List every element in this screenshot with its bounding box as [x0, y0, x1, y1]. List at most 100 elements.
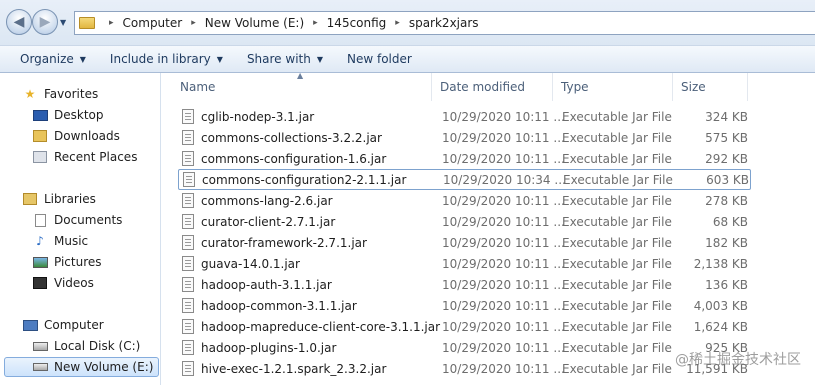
folder-icon — [79, 17, 95, 29]
nav-downloads-label: Downloads — [54, 129, 120, 143]
nav-new-volume-e[interactable]: New Volume (E:) — [4, 357, 159, 377]
libraries-icon — [22, 192, 38, 206]
jar-file-icon — [182, 340, 194, 355]
organize-label: Organize — [20, 52, 74, 66]
breadcrumb-145config[interactable]: 145config — [324, 16, 390, 30]
file-type: Executable Jar File — [562, 277, 672, 292]
jar-file-icon — [182, 235, 194, 250]
nav-pictures[interactable]: Pictures — [32, 252, 102, 272]
recent-pages-dropdown-icon[interactable]: ▼ — [60, 18, 66, 27]
column-header-size[interactable]: Size — [673, 73, 748, 101]
column-header-date-modified[interactable]: Date modified — [432, 73, 553, 101]
file-row[interactable]: commons-configuration-1.6.jar 10/29/2020 … — [178, 148, 751, 169]
nav-documents[interactable]: Documents — [32, 210, 122, 230]
nav-libraries[interactable]: Libraries — [22, 189, 96, 209]
breadcrumb-separator-icon[interactable]: ▸ — [389, 18, 406, 28]
jar-file-icon — [183, 172, 195, 187]
column-date-label: Date modified — [440, 80, 526, 94]
file-row[interactable]: curator-client-2.7.1.jar 10/29/2020 10:11… — [178, 211, 751, 232]
file-list: ▲ Name Date modified Type Size cglib-nod… — [162, 71, 815, 385]
include-in-library-button[interactable]: Include in library ▼ — [98, 46, 235, 72]
column-type-label: Type — [561, 80, 589, 94]
file-type: Executable Jar File — [562, 361, 672, 376]
nav-new-volume-label: New Volume (E:) — [54, 360, 154, 374]
chevron-down-icon: ▼ — [216, 54, 223, 64]
file-row[interactable]: curator-framework-2.7.1.jar 10/29/2020 10… — [178, 232, 751, 253]
file-row[interactable]: hadoop-common-3.1.1.jar 10/29/2020 10:11 … — [178, 295, 751, 316]
file-row[interactable]: commons-lang-2.6.jar 10/29/2020 10:11 ...… — [178, 190, 751, 211]
documents-icon — [32, 213, 48, 227]
nav-music[interactable]: ♪ Music — [32, 231, 88, 251]
desktop-icon — [32, 108, 48, 122]
nav-desktop[interactable]: Desktop — [32, 105, 104, 125]
recent-places-icon — [32, 150, 48, 164]
jar-file-icon — [182, 214, 194, 229]
file-row[interactable]: commons-collections-3.2.2.jar 10/29/2020 … — [178, 127, 751, 148]
nav-computer[interactable]: Computer — [22, 315, 104, 335]
file-date-modified: 10/29/2020 10:11 ... — [442, 193, 565, 208]
file-row[interactable]: hadoop-mapreduce-client-core-3.1.1.jar 10… — [178, 316, 751, 337]
file-date-modified: 10/29/2020 10:11 ... — [442, 235, 565, 250]
nav-videos[interactable]: Videos — [32, 273, 94, 293]
jar-file-icon — [182, 130, 194, 145]
column-header-type[interactable]: Type — [553, 73, 673, 101]
file-row[interactable]: commons-configuration2-2.1.1.jar 10/29/20… — [178, 169, 751, 190]
jar-file-icon — [182, 256, 194, 271]
file-name: commons-configuration2-2.1.1.jar — [202, 172, 407, 187]
file-row[interactable]: hadoop-auth-3.1.1.jar 10/29/2020 10:11 ..… — [178, 274, 751, 295]
nav-local-disk-c[interactable]: Local Disk (C:) — [32, 336, 140, 356]
back-button[interactable]: ◀ — [6, 9, 32, 35]
file-date-modified: 10/29/2020 10:34 ... — [443, 172, 566, 187]
file-date-modified: 10/29/2020 10:11 ... — [442, 256, 565, 271]
downloads-icon — [32, 129, 48, 143]
breadcrumb-spark2xjars[interactable]: spark2xjars — [406, 16, 482, 30]
file-name: commons-collections-3.2.2.jar — [201, 130, 382, 145]
file-date-modified: 10/29/2020 10:11 ... — [442, 319, 565, 334]
file-type: Executable Jar File — [562, 319, 672, 334]
chevron-down-icon: ▼ — [316, 54, 323, 64]
file-name: hadoop-mapreduce-client-core-3.1.1.jar — [201, 319, 441, 334]
breadcrumb-separator-icon[interactable]: ▸ — [103, 18, 120, 28]
nav-downloads[interactable]: Downloads — [32, 126, 120, 146]
nav-videos-label: Videos — [54, 276, 94, 290]
nav-computer-label: Computer — [44, 318, 104, 332]
file-size: 324 KB — [705, 109, 748, 124]
file-name: hadoop-common-3.1.1.jar — [201, 298, 357, 313]
new-folder-button[interactable]: New folder — [335, 46, 424, 72]
include-in-library-label: Include in library — [109, 52, 211, 66]
file-row[interactable]: hive-exec-1.2.1.spark_2.3.2.jar 10/29/202… — [178, 358, 751, 379]
watermark-text: @稀土掘金技术社区 — [675, 352, 801, 368]
organize-button[interactable]: Organize ▼ — [0, 46, 98, 72]
sort-ascending-icon: ▲ — [297, 71, 304, 80]
column-header-name[interactable]: ▲ Name — [162, 71, 432, 101]
file-row[interactable]: hadoop-plugins-1.0.jar 10/29/2020 10:11 .… — [178, 337, 751, 358]
breadcrumb-separator-icon[interactable]: ▸ — [307, 18, 324, 28]
breadcrumb-new-volume[interactable]: New Volume (E:) — [202, 16, 307, 30]
file-size: 292 KB — [705, 151, 748, 166]
jar-file-icon — [182, 193, 194, 208]
file-type: Executable Jar File — [562, 298, 672, 313]
share-with-label: Share with — [246, 52, 311, 66]
file-date-modified: 10/29/2020 10:11 ... — [442, 298, 565, 313]
column-headers: ▲ Name Date modified Type Size — [162, 71, 815, 101]
jar-file-icon — [182, 109, 194, 124]
nav-recent-places[interactable]: Recent Places — [32, 147, 137, 167]
address-bar[interactable]: ▸ Computer ▸ New Volume (E:) ▸ 145config… — [74, 11, 815, 35]
file-size: 278 KB — [705, 193, 748, 208]
forward-arrow-icon: ▶ — [39, 14, 51, 30]
file-row[interactable]: cglib-nodep-3.1.jar 10/29/2020 10:11 ... E… — [178, 106, 751, 127]
breadcrumb-computer[interactable]: Computer — [120, 16, 186, 30]
share-with-button[interactable]: Share with ▼ — [235, 46, 335, 72]
file-row[interactable]: guava-14.0.1.jar 10/29/2020 10:11 ... Exec… — [178, 253, 751, 274]
file-date-modified: 10/29/2020 10:11 ... — [442, 130, 565, 145]
nav-favorites[interactable]: ★ Favorites — [22, 84, 99, 104]
nav-local-disk-label: Local Disk (C:) — [54, 339, 141, 353]
forward-button[interactable]: ▶ — [32, 9, 58, 35]
local-disk-icon — [32, 339, 48, 353]
file-name: hadoop-auth-3.1.1.jar — [201, 277, 332, 292]
file-type: Executable Jar File — [562, 151, 672, 166]
file-date-modified: 10/29/2020 10:11 ... — [442, 361, 565, 376]
file-type: Executable Jar File — [562, 193, 672, 208]
breadcrumb-separator-icon[interactable]: ▸ — [185, 18, 202, 28]
column-size-label: Size — [681, 80, 706, 94]
